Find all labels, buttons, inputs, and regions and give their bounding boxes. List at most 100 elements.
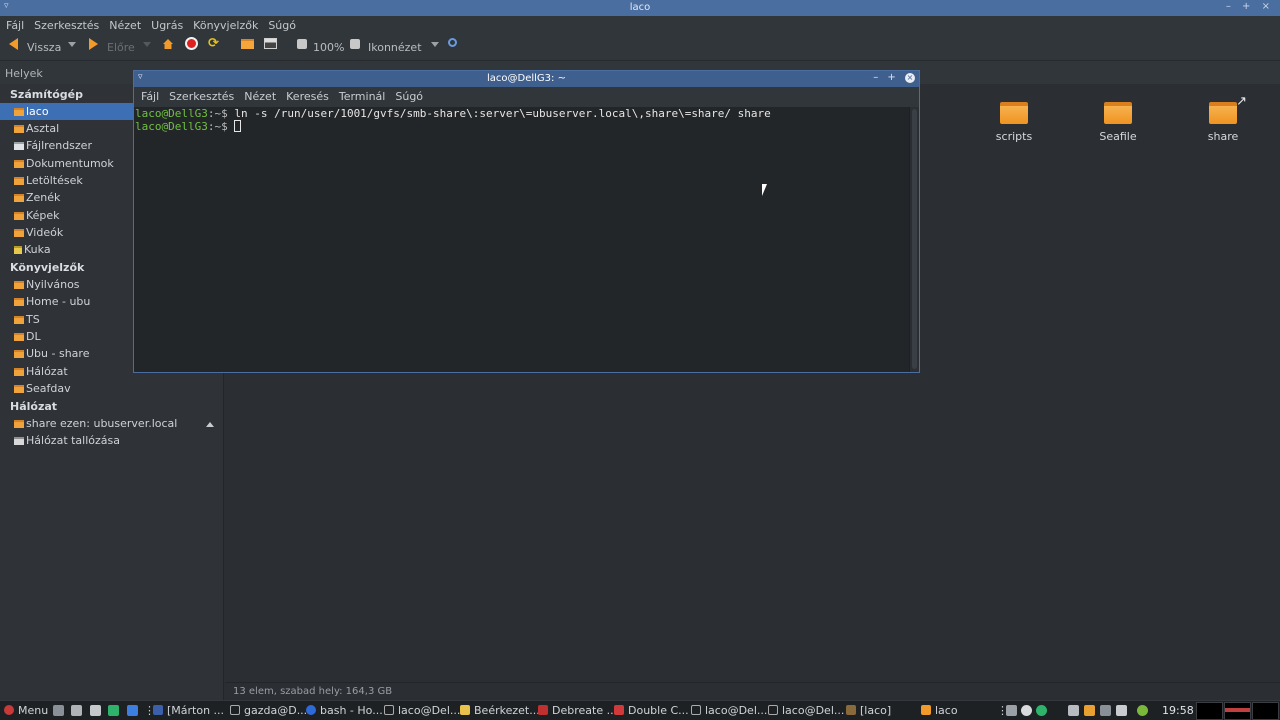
network-signal-icon[interactable]	[1100, 705, 1111, 716]
volume-icon[interactable]	[1068, 705, 1079, 716]
menu-bookmarks[interactable]: Könyvjelzők	[187, 16, 262, 32]
terminal-menu-view[interactable]: Nézet	[237, 87, 279, 103]
task-button[interactable]: laco@Del...	[384, 704, 460, 718]
reload-icon[interactable]: ⟳	[208, 37, 221, 50]
terminal-menu-terminal[interactable]: Terminál	[332, 87, 389, 103]
terminal-titlebar[interactable]: ▿ laco@DellG3: ~ – + ×	[134, 71, 919, 87]
window-controls[interactable]: – + ×	[1226, 1, 1274, 12]
forward-arrow-icon[interactable]	[89, 38, 98, 50]
sidebar-item-label: Hálózat	[26, 365, 68, 378]
network-icon	[14, 437, 24, 445]
workspace-2[interactable]	[1224, 702, 1251, 720]
workspace-1[interactable]	[1196, 702, 1223, 720]
eject-icon[interactable]	[206, 419, 214, 427]
terminal-menu-file[interactable]: Fájl	[134, 87, 162, 103]
browser-launcher-icon[interactable]	[127, 705, 138, 716]
task-button[interactable]: bash - Ho...	[306, 704, 383, 718]
sync-icon[interactable]	[1036, 705, 1047, 716]
sidebar-item-label: Képek	[26, 209, 60, 222]
forward-history-dropdown-icon[interactable]	[143, 42, 151, 47]
battery-icon[interactable]	[1137, 705, 1148, 716]
mail-icon	[460, 705, 470, 715]
menu-help[interactable]: Súgó	[262, 16, 300, 32]
terminal-output[interactable]: laco@DellG3:~$ ln -s /run/user/1001/gvfs…	[134, 107, 909, 372]
folder-icon	[14, 160, 24, 168]
bluetooth-icon[interactable]	[1021, 705, 1032, 716]
search-icon[interactable]	[448, 38, 457, 47]
search-launcher-icon[interactable]	[71, 705, 82, 716]
terminal-menu-edit[interactable]: Szerkesztés	[162, 87, 237, 103]
folder-icon	[14, 368, 24, 376]
sidebar-item-seafdav[interactable]: Seafdav	[0, 380, 222, 397]
folder-icon	[14, 177, 24, 185]
menu-edit[interactable]: Szerkesztés	[28, 16, 103, 32]
folder-icon	[14, 125, 24, 133]
home-folder-icon	[14, 108, 24, 116]
task-label: laco@Del...	[705, 704, 768, 717]
zoom-in-icon[interactable]	[350, 39, 360, 49]
task-label: [Márton ...	[167, 704, 225, 717]
folder-icon	[14, 420, 24, 428]
sidebar-item-browse-network[interactable]: Hálózat tallózása	[0, 432, 222, 449]
task-button[interactable]: laco@Del...	[768, 704, 844, 718]
menu-file[interactable]: Fájl	[0, 16, 28, 32]
terminal-menu-search[interactable]: Keresés	[279, 87, 332, 103]
task-button[interactable]: [laco]	[846, 704, 891, 718]
prompt-sep: :~$	[207, 107, 228, 120]
stop-icon[interactable]	[185, 37, 198, 50]
sidebar-item-label: share ezen: ubuserver.local	[26, 417, 178, 430]
terminal-icon	[230, 705, 240, 715]
sync-launcher-icon[interactable]	[108, 705, 119, 716]
zoom-out-icon[interactable]	[297, 39, 307, 49]
task-button[interactable]: laco	[921, 704, 958, 718]
update-icon[interactable]	[1084, 705, 1095, 716]
folder-icon	[14, 194, 24, 202]
clock[interactable]: 19:58	[1162, 704, 1194, 717]
panel-toggle-icon[interactable]	[264, 38, 277, 49]
home-icon[interactable]	[163, 39, 173, 49]
view-mode-dropdown-icon[interactable]	[431, 42, 439, 47]
terminal-window[interactable]: ▿ laco@DellG3: ~ – + × Fájl Szerkesztés Né…	[133, 70, 920, 373]
tray-app-icon[interactable]	[1006, 705, 1017, 716]
task-button[interactable]: laco@Del...	[691, 704, 767, 718]
menu-go[interactable]: Ugrás	[145, 16, 187, 32]
close-icon[interactable]: ×	[905, 73, 915, 83]
task-label: laco@Del...	[398, 704, 461, 717]
file-item-share[interactable]: ↗ share	[1178, 94, 1268, 143]
terminal-menu-help[interactable]: Súgó	[388, 87, 426, 103]
view-mode-select[interactable]: Ikonnézet	[368, 40, 422, 56]
task-label: bash - Ho...	[320, 704, 383, 717]
workspace-3[interactable]	[1252, 702, 1279, 720]
file-item-scripts[interactable]: scripts	[969, 102, 1059, 143]
menu-label: Menu	[18, 704, 49, 717]
files-launcher-icon[interactable]	[53, 705, 64, 716]
new-folder-icon[interactable]	[241, 39, 254, 49]
back-button[interactable]: Vissza	[27, 40, 61, 56]
task-button[interactable]: Double C...	[614, 704, 689, 718]
sidebar-item-label: Ubu - share	[26, 347, 90, 360]
prompt-user: laco@DellG3	[135, 120, 208, 133]
scrollbar-thumb[interactable]	[912, 109, 917, 369]
command-text: ln -s /run/user/1001/gvfs/smb-share\:ser…	[227, 107, 771, 120]
back-history-dropdown-icon[interactable]	[68, 42, 76, 47]
terminal-window-controls[interactable]: – + ×	[873, 72, 915, 83]
clipboard-icon[interactable]	[1116, 705, 1127, 716]
sidebar-item-label: Letöltések	[26, 174, 83, 187]
task-button[interactable]: [Márton ...	[153, 704, 224, 718]
mouse-pointer-icon	[762, 184, 767, 196]
terminal-scrollbar[interactable]	[909, 107, 919, 372]
sidebar-item-label: Videók	[26, 226, 64, 239]
back-arrow-icon[interactable]	[9, 38, 18, 50]
menu-view[interactable]: Nézet	[103, 16, 145, 32]
browser-icon	[306, 705, 316, 715]
folder-icon	[1000, 102, 1028, 124]
editor-launcher-icon[interactable]	[90, 705, 101, 716]
sidebar-item-share-mount[interactable]: share ezen: ubuserver.local	[0, 415, 222, 432]
task-button[interactable]: gazda@D...	[230, 704, 307, 718]
start-menu-button[interactable]: Menu	[4, 704, 48, 718]
file-item-seafile[interactable]: Seafile	[1073, 102, 1163, 143]
forward-button[interactable]: Előre	[107, 40, 135, 56]
task-button[interactable]: Beérkezet...	[460, 704, 540, 718]
task-button[interactable]: Debreate ...	[538, 704, 617, 718]
sidebar-header-computer: Számítógép	[10, 88, 84, 101]
